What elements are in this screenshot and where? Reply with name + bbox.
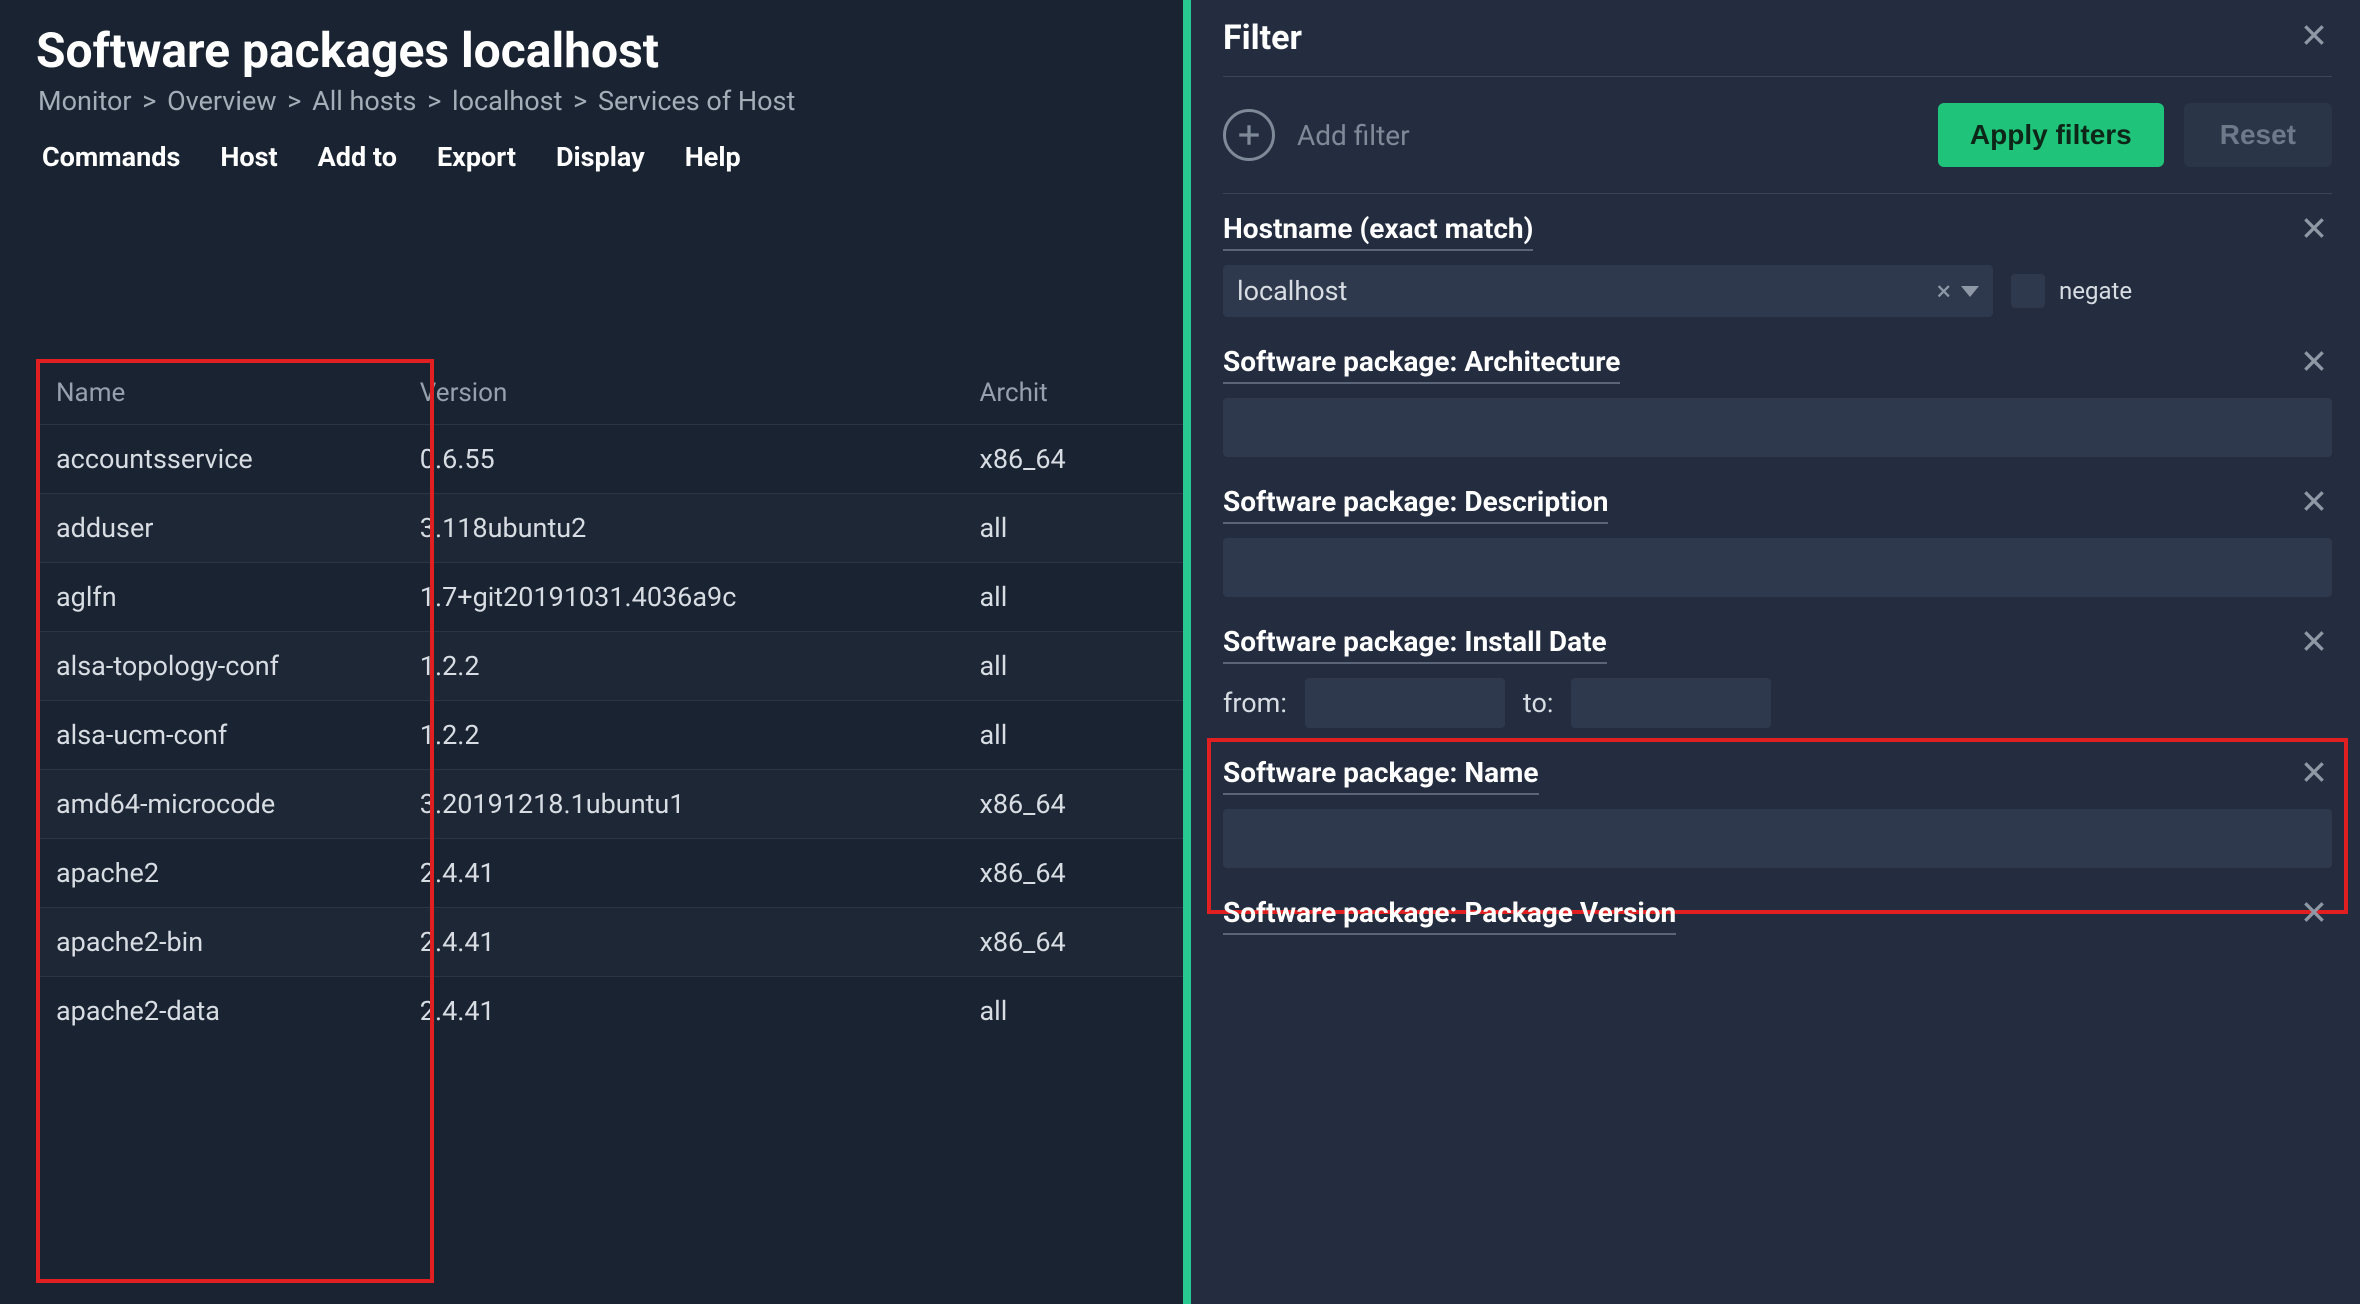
to-label: to: bbox=[1523, 687, 1554, 719]
cell-version: 1.7+git20191031.4036a9c bbox=[420, 581, 980, 613]
date-from-input[interactable] bbox=[1305, 678, 1505, 728]
add-filter-button[interactable]: Add filter bbox=[1223, 109, 1918, 161]
cell-name: amd64-microcode bbox=[56, 788, 420, 820]
breadcrumb-separator: > bbox=[287, 85, 301, 117]
cell-name: aglfn bbox=[56, 581, 420, 613]
remove-filter-icon[interactable] bbox=[2296, 758, 2332, 793]
close-icon[interactable] bbox=[2296, 21, 2332, 56]
chevron-down-icon[interactable] bbox=[1961, 286, 1979, 297]
date-to-input[interactable] bbox=[1571, 678, 1771, 728]
filter-install-date-label: Software package: Install Date bbox=[1223, 625, 1607, 664]
breadcrumb-item[interactable]: Overview bbox=[167, 85, 276, 117]
from-label: from: bbox=[1223, 687, 1287, 719]
cell-version: 0.6.55 bbox=[420, 443, 980, 475]
cell-arch: all bbox=[979, 719, 1166, 751]
page-title: Software packages localhost bbox=[36, 22, 1183, 79]
cell-name: alsa-topology-conf bbox=[56, 650, 420, 682]
filter-arch-label: Software package: Architecture bbox=[1223, 345, 1620, 384]
breadcrumb-item[interactable]: Monitor bbox=[38, 85, 132, 117]
toolbar-help[interactable]: Help bbox=[685, 141, 741, 173]
table-row[interactable]: apache2 2.4.41 x86_64 bbox=[36, 838, 1186, 907]
remove-filter-icon[interactable] bbox=[2296, 347, 2332, 382]
filter-arch-input[interactable] bbox=[1223, 398, 2332, 457]
remove-filter-icon[interactable] bbox=[2296, 627, 2332, 662]
filter-desc-label: Software package: Description bbox=[1223, 485, 1608, 524]
toolbar-display[interactable]: Display bbox=[556, 141, 645, 173]
breadcrumb-item[interactable]: Services of Host bbox=[598, 85, 795, 117]
breadcrumb-item[interactable]: localhost bbox=[452, 85, 562, 117]
table-row[interactable]: adduser 3.118ubuntu2 all bbox=[36, 493, 1186, 562]
filter-hostname-label: Hostname (exact match) bbox=[1223, 212, 1533, 251]
reset-button[interactable]: Reset bbox=[2184, 103, 2332, 167]
clear-icon[interactable]: × bbox=[1937, 275, 1951, 307]
cell-arch: all bbox=[979, 995, 1166, 1027]
column-header-arch[interactable]: Archit bbox=[979, 378, 1166, 408]
cell-version: 3.20191218.1ubuntu1 bbox=[420, 788, 980, 820]
table-row[interactable]: apache2-data 2.4.41 all bbox=[36, 976, 1186, 1045]
cell-arch: all bbox=[979, 650, 1166, 682]
toolbar-host[interactable]: Host bbox=[220, 141, 277, 173]
hostname-select[interactable]: localhost × bbox=[1223, 265, 1993, 317]
cell-arch: x86_64 bbox=[979, 926, 1166, 958]
toolbar-commands[interactable]: Commands bbox=[42, 141, 180, 173]
table-row[interactable]: alsa-topology-conf 1.2.2 all bbox=[36, 631, 1186, 700]
add-filter-label: Add filter bbox=[1297, 119, 1410, 152]
breadcrumb-item[interactable]: All hosts bbox=[312, 85, 416, 117]
cell-arch: all bbox=[979, 512, 1166, 544]
filter-pkg-name-input[interactable] bbox=[1223, 809, 2332, 868]
cell-arch: all bbox=[979, 581, 1166, 613]
remove-filter-icon[interactable] bbox=[2296, 898, 2332, 933]
negate-label: negate bbox=[2059, 277, 2132, 305]
cell-version: 1.2.2 bbox=[420, 650, 980, 682]
cell-arch: x86_64 bbox=[979, 857, 1166, 889]
filter-desc-input[interactable] bbox=[1223, 538, 2332, 597]
apply-filters-button[interactable]: Apply filters bbox=[1938, 103, 2164, 167]
cell-version: 3.118ubuntu2 bbox=[420, 512, 980, 544]
remove-filter-icon[interactable] bbox=[2296, 214, 2332, 249]
column-header-name[interactable]: Name bbox=[56, 378, 420, 408]
breadcrumb: Monitor > Overview > All hosts > localho… bbox=[36, 85, 1183, 117]
table-row[interactable]: amd64-microcode 3.20191218.1ubuntu1 x86_… bbox=[36, 769, 1186, 838]
table-row[interactable]: aglfn 1.7+git20191031.4036a9c all bbox=[36, 562, 1186, 631]
breadcrumb-separator: > bbox=[573, 85, 587, 117]
cell-version: 2.4.41 bbox=[420, 926, 980, 958]
table-header-row: Name Version Archit bbox=[36, 362, 1186, 424]
breadcrumb-separator: > bbox=[142, 85, 156, 117]
hostname-value: localhost bbox=[1237, 275, 1347, 307]
toolbar: Commands Host Add to Export Display Help bbox=[36, 141, 1183, 173]
toolbar-export[interactable]: Export bbox=[437, 141, 516, 173]
filter-panel: Filter Add filter Apply filters Reset Ho… bbox=[1183, 0, 2360, 1304]
cell-arch: x86_64 bbox=[979, 788, 1166, 820]
filter-pkg-name-label: Software package: Name bbox=[1223, 756, 1539, 795]
cell-name: accountsservice bbox=[56, 443, 420, 475]
negate-checkbox[interactable] bbox=[2011, 274, 2045, 308]
cell-version: 2.4.41 bbox=[420, 995, 980, 1027]
filter-panel-title: Filter bbox=[1223, 18, 1302, 58]
table-row[interactable]: accountsservice 0.6.55 x86_64 bbox=[36, 424, 1186, 493]
filter-pkg-version-label: Software package: Package Version bbox=[1223, 896, 1676, 935]
cell-name: apache2-bin bbox=[56, 926, 420, 958]
remove-filter-icon[interactable] bbox=[2296, 487, 2332, 522]
cell-name: apache2-data bbox=[56, 995, 420, 1027]
plus-icon bbox=[1223, 109, 1275, 161]
cell-version: 1.2.2 bbox=[420, 719, 980, 751]
cell-name: adduser bbox=[56, 512, 420, 544]
table-row[interactable]: alsa-ucm-conf 1.2.2 all bbox=[36, 700, 1186, 769]
toolbar-add-to[interactable]: Add to bbox=[318, 141, 397, 173]
cell-arch: x86_64 bbox=[979, 443, 1166, 475]
cell-name: alsa-ucm-conf bbox=[56, 719, 420, 751]
cell-name: apache2 bbox=[56, 857, 420, 889]
breadcrumb-separator: > bbox=[427, 85, 441, 117]
column-header-version[interactable]: Version bbox=[420, 378, 980, 408]
cell-version: 2.4.41 bbox=[420, 857, 980, 889]
table-row[interactable]: apache2-bin 2.4.41 x86_64 bbox=[36, 907, 1186, 976]
